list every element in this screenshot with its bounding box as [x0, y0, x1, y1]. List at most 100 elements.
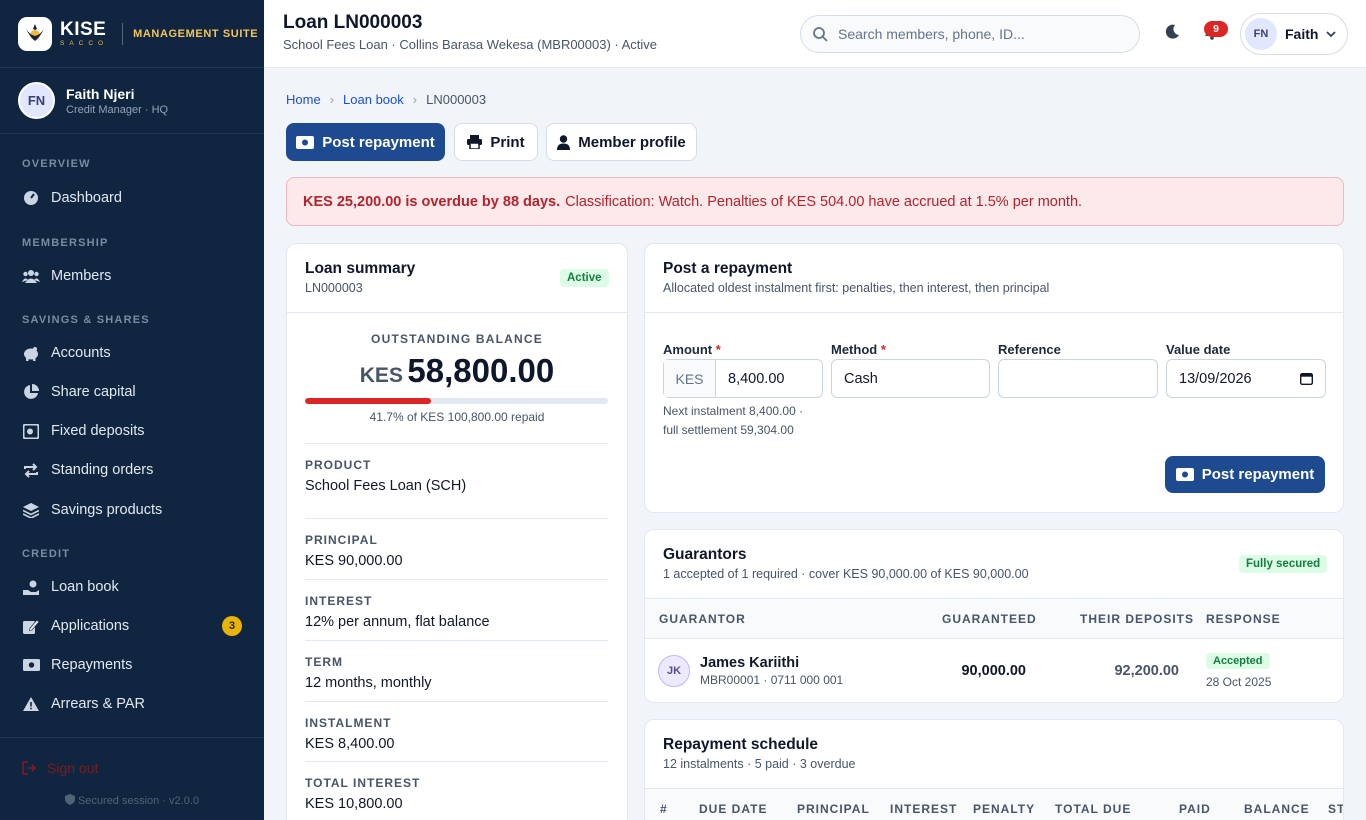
column-header: GUARANTEED [942, 612, 1037, 626]
user-role: Credit Manager · HQ [66, 103, 169, 116]
brand-tagline: SACCO [60, 39, 109, 47]
sidebar-item-accounts[interactable]: Accounts [0, 335, 264, 371]
response-date: 28 Oct 2025 [1206, 675, 1272, 689]
summary-row-interest: INTEREST 12% per annum, flat balance [305, 579, 608, 630]
column-header: PRINCIPAL [797, 802, 870, 816]
summary-value: KES 8,400.00 [305, 736, 395, 752]
card-subtitle: Allocated oldest instalment first: penal… [663, 281, 1050, 295]
brand-divider [122, 22, 124, 45]
amount-label: Amount * [663, 342, 721, 357]
schedule-table-header: # DUE DATE PRINCIPAL INTEREST PENALTY TO… [645, 788, 1343, 820]
divider [287, 312, 627, 313]
money-bill-icon [296, 135, 315, 149]
summary-label: PRINCIPAL [305, 533, 378, 547]
summary-label: INSTALMENT [305, 716, 392, 730]
member-profile-label: Member profile [578, 133, 686, 151]
sidebar-item-label: Savings products [51, 502, 163, 518]
summary-label: INTEREST [305, 594, 373, 608]
amount-value: 8,400.00 [728, 370, 785, 387]
breadcrumb-home[interactable]: Home [286, 92, 321, 107]
sidebar-item-applications[interactable]: Applications 3 [0, 608, 264, 644]
overdue-alert-text: Classification: Watch. Penalties of KES … [565, 193, 1083, 210]
summary-value: School Fees Loan (SCH) [305, 478, 467, 494]
summary-value: 12% per annum, flat balance [305, 614, 490, 630]
user-icon [557, 134, 571, 150]
method-value: Cash [844, 370, 878, 387]
nav-section-overview: OVERVIEW [22, 158, 91, 170]
sidebar-item-loan-book[interactable]: Loan book [0, 569, 264, 605]
sidebar-item-members[interactable]: Members [0, 258, 264, 294]
sidebar-footer: Sign out Secured session · v2.0.0 [0, 737, 264, 820]
required-marker: * [880, 342, 886, 357]
search-placeholder: Search members, phone, ID... [838, 26, 1025, 42]
guarantor-deposits: 92,200.00 [1114, 663, 1179, 679]
card-subtitle: 12 instalments · 5 paid · 3 overdue [663, 757, 856, 771]
nav-section-savings: SAVINGS & SHARES [22, 314, 150, 326]
balance-amount: 58,800.00 [407, 352, 555, 389]
brand[interactable]: KISE SACCO MANAGEMENT SUITE [0, 0, 264, 68]
guarantor-name[interactable]: James Kariithi [700, 655, 799, 671]
submit-repayment-button[interactable]: Post repayment [1165, 456, 1325, 493]
reference-field[interactable] [998, 359, 1158, 398]
calendar-icon[interactable] [1300, 372, 1313, 385]
sidebar-item-share-capital[interactable]: Share capital [0, 374, 264, 410]
method-label-text: Method [831, 342, 878, 357]
amount-field[interactable]: KES 8,400.00 [663, 359, 823, 398]
sidebar-item-savings-products[interactable]: Savings products [0, 492, 264, 528]
chevron-down-icon [1326, 30, 1337, 38]
value-date-field[interactable]: 13/09/2026 [1166, 359, 1326, 398]
sidebar-item-label: Arrears & PAR [51, 696, 146, 712]
table-row[interactable]: JK James Kariithi MBR00001 · 0711 000 00… [645, 639, 1343, 702]
member-profile-button[interactable]: Member profile [546, 123, 697, 161]
edit-document-icon [22, 617, 40, 635]
sidebar-item-label: Standing orders [51, 462, 154, 478]
sidebar-item-label: Repayments [51, 657, 133, 673]
breadcrumb: Home › Loan book › LN000003 [286, 92, 486, 107]
amount-currency-prefix: KES [664, 360, 716, 397]
print-button[interactable]: Print [454, 123, 538, 161]
avatar: FN [18, 82, 55, 119]
sidebar-item-arrears[interactable]: Arrears & PAR [0, 686, 264, 722]
card-title: Post a repayment [663, 260, 793, 277]
summary-label: TERM [305, 655, 343, 669]
warning-icon [22, 695, 40, 713]
topbar: Loan LN000003 School Fees Loan · Collins… [264, 0, 1366, 68]
avatar: FN [1245, 18, 1277, 50]
hint-full-settlement: full settlement 59,304.00 [663, 423, 794, 437]
sidebar-item-standing-orders[interactable]: Standing orders [0, 452, 264, 488]
print-label: Print [490, 133, 525, 151]
repaid-progress-bar [305, 398, 608, 404]
column-header: GUARANTOR [659, 612, 746, 626]
applications-count-badge: 3 [222, 616, 242, 636]
sidebar-item-fixed-deposits[interactable]: Fixed deposits [0, 413, 264, 449]
summary-value: KES 10,800.00 [305, 796, 403, 812]
post-repayment-label: Post repayment [322, 133, 435, 151]
money-bill-icon [22, 656, 40, 674]
breadcrumb-loan-book[interactable]: Loan book [343, 92, 404, 107]
card-title: Repayment schedule [663, 736, 819, 753]
sidebar-item-repayments[interactable]: Repayments [0, 647, 264, 683]
search-input[interactable]: Search members, phone, ID... [800, 15, 1140, 53]
repaid-caption: 41.7% of KES 100,800.00 repaid [369, 410, 545, 424]
sidebar-item-label: Accounts [51, 345, 111, 361]
card-subtitle: 1 accepted of 1 required · cover KES 90,… [663, 567, 1029, 581]
summary-row-product: PRODUCT School Fees Loan (SCH) [305, 443, 608, 494]
sidebar-item-dashboard[interactable]: Dashboard [0, 180, 264, 216]
page-title: Loan LN000003 [283, 12, 423, 33]
secured-session-note: Secured session · v2.0.0 [0, 794, 264, 808]
column-header: PENALTY [973, 802, 1036, 816]
sidebar-user-card[interactable]: FN Faith Njeri Credit Manager · HQ [0, 68, 264, 134]
moon-icon[interactable] [1164, 24, 1180, 45]
vault-icon [22, 422, 40, 440]
layers-icon [22, 501, 40, 519]
method-select[interactable]: Cash [831, 359, 990, 398]
status-badge: Accepted [1206, 653, 1270, 669]
breadcrumb-separator: › [329, 92, 335, 107]
post-repayment-button[interactable]: Post repayment [286, 123, 445, 161]
user-menu-button[interactable]: FN Faith [1240, 13, 1348, 55]
repeat-icon [22, 461, 40, 479]
sign-out-button[interactable]: Sign out [22, 760, 98, 776]
notification-count-badge: 9 [1204, 21, 1228, 37]
gauge-icon [22, 189, 40, 207]
method-label: Method * [831, 342, 886, 357]
